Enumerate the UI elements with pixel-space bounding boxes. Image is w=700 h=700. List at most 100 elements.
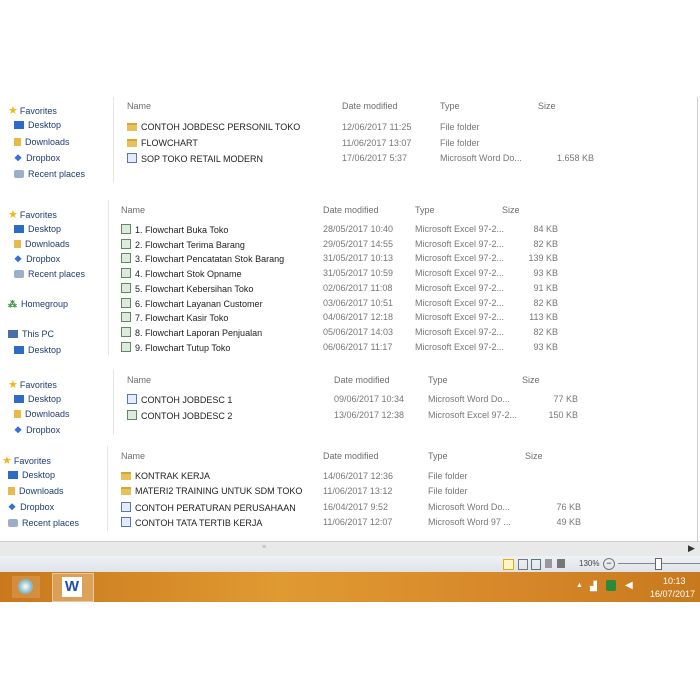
file-row[interactable]: 9. Flowchart Tutup Toko (121, 341, 231, 353)
nav-item[interactable]: ★ Favorites (8, 104, 57, 117)
file-row[interactable]: FLOWCHART (127, 138, 198, 148)
dropbox-icon: ❖ (14, 425, 23, 435)
zoom-slider-thumb[interactable] (655, 558, 662, 570)
column-header-name[interactable]: Name (127, 101, 151, 111)
file-name: CONTOH JOBDESC 2 (141, 410, 233, 421)
file-date: 02/06/2017 11:08 (323, 282, 393, 293)
draft-view-icon[interactable] (557, 559, 565, 568)
nav-label: Favorites (19, 106, 57, 116)
file-name: 9. Flowchart Tutup Toko (135, 342, 231, 353)
file-row[interactable]: 7. Flowchart Kasir Toko (121, 312, 228, 323)
clock-date[interactable]: 16/07/2017 (650, 589, 695, 599)
file-row[interactable]: 3. Flowchart Pencatatan Stok Barang (121, 253, 284, 264)
paint-icon[interactable] (12, 576, 40, 598)
file-row[interactable]: CONTOH JOBDESC PERSONIL TOKO (127, 122, 300, 132)
file-name: CONTOH JOBDESC PERSONIL TOKO (141, 122, 301, 132)
zoom-out-icon[interactable]: − (603, 558, 615, 570)
word-icon[interactable]: W (52, 573, 94, 602)
excel-icon (121, 238, 135, 250)
scroll-right-arrow[interactable]: ▶ (688, 543, 695, 554)
print-layout-view-icon[interactable] (503, 559, 514, 570)
file-name: KONTRAK KERJA (135, 471, 211, 481)
file-row[interactable]: 6. Flowchart Layanan Customer (121, 297, 263, 309)
file-row[interactable]: CONTOH TATA TERTIB KERJA (121, 516, 262, 528)
file-size: 82 KB (533, 238, 558, 249)
column-header-date[interactable]: Date modified (323, 451, 379, 461)
desktop-icon (14, 120, 28, 130)
column-header-name[interactable]: Name (121, 205, 145, 215)
file-row[interactable]: SOP TOKO RETAIL MODERN (127, 153, 263, 164)
nav-item[interactable]: ★ Favorites (8, 378, 57, 391)
file-row[interactable]: KONTRAK KERJA (121, 471, 210, 481)
nav-item[interactable]: Downloads (14, 239, 70, 249)
file-row[interactable]: CONTOH JOBDESC 2 (127, 409, 233, 421)
column-header-size[interactable]: Size (522, 375, 540, 385)
web-layout-icon[interactable] (531, 559, 541, 570)
nav-item[interactable]: Desktop (14, 345, 61, 355)
column-header-type[interactable]: Type (440, 101, 460, 111)
security-icon[interactable] (606, 580, 616, 591)
nav-item[interactable]: Recent places (14, 169, 85, 179)
file-name: 4. Flowchart Stok Opname (135, 269, 242, 280)
outline-view-icon[interactable] (545, 559, 552, 568)
nav-label: Downloads (19, 486, 64, 496)
nav-item[interactable]: This PC (8, 329, 54, 339)
nav-item[interactable]: Desktop (8, 470, 55, 480)
file-type: Microsoft Word Do... (440, 153, 522, 163)
nav-item[interactable]: Desktop (14, 120, 61, 130)
file-name: MATERI2 TRAINING UNTUK SDM TOKO (135, 486, 303, 497)
full-screen-reading-icon[interactable] (518, 559, 528, 570)
column-header-name[interactable]: Name (121, 451, 145, 461)
nav-item[interactable]: ★ Favorites (8, 208, 57, 221)
column-header-date[interactable]: Date modified (334, 375, 390, 385)
network-signal-icon[interactable]: ▟ (590, 581, 597, 592)
file-row[interactable]: 1. Flowchart Buka Toko (121, 224, 228, 235)
column-header-size[interactable]: Size (525, 451, 543, 461)
nav-item[interactable]: Downloads (14, 137, 70, 147)
nav-item[interactable]: ★ Favorites (2, 454, 51, 467)
nav-item[interactable]: Recent places (14, 269, 85, 279)
file-date: 05/06/2017 14:03 (323, 326, 394, 337)
column-header-date[interactable]: Date modified (342, 101, 398, 111)
dropbox-icon: ❖ (8, 502, 17, 512)
nav-item[interactable]: Desktop (14, 394, 61, 404)
vertical-scrollbar[interactable] (697, 97, 698, 541)
column-header-type[interactable]: Type (415, 205, 435, 215)
column-header-type[interactable]: Type (428, 451, 448, 461)
file-date: 06/06/2017 11:17 (323, 341, 393, 352)
show-hidden-icons-icon[interactable]: ▲ (576, 582, 583, 589)
nav-item[interactable]: ❖ Dropbox (14, 153, 60, 164)
nav-item[interactable]: ❖ Dropbox (8, 502, 54, 513)
excel-icon (121, 297, 135, 309)
file-row[interactable]: 5. Flowchart Kebersihan Toko (121, 282, 253, 294)
file-row[interactable]: MATERI2 TRAINING UNTUK SDM TOKO (121, 486, 302, 496)
file-row[interactable]: CONTOH JOBDESC 1 (127, 394, 232, 405)
nav-item[interactable]: Desktop (14, 224, 61, 234)
column-header-type[interactable]: Type (428, 375, 448, 385)
nav-label: Desktop (28, 120, 62, 130)
file-type: Microsoft Excel 97-2... (415, 297, 505, 308)
file-row[interactable]: 2. Flowchart Terima Barang (121, 238, 245, 250)
nav-item[interactable]: Recent places (8, 518, 79, 528)
volume-icon[interactable]: ◀ (625, 580, 633, 591)
nav-item[interactable]: Downloads (14, 409, 70, 419)
horizontal-scrollbar[interactable]: ≡ ▶ (0, 541, 700, 556)
nav-item[interactable]: ⁂ Homegroup (8, 299, 68, 310)
column-header-size[interactable]: Size (502, 205, 520, 215)
clock-time[interactable]: 10:13 (663, 576, 686, 586)
file-row[interactable]: CONTOH PERATURAN PERUSAHAAN (121, 501, 296, 513)
nav-item[interactable]: ❖ Dropbox (14, 254, 60, 265)
dropbox-icon: ❖ (14, 153, 23, 163)
column-header-name[interactable]: Name (127, 375, 151, 385)
pane-divider (113, 370, 114, 435)
column-header-date[interactable]: Date modified (323, 205, 379, 215)
file-row[interactable]: 8. Flowchart Laporan Penjualan (121, 326, 262, 338)
nav-item[interactable]: Downloads (8, 486, 64, 496)
excel-icon (121, 312, 135, 323)
scroll-grip[interactable]: ≡ (262, 544, 266, 551)
column-header-size[interactable]: Size (538, 101, 556, 111)
nav-item[interactable]: ❖ Dropbox (14, 425, 60, 436)
file-date: 03/06/2017 10:51 (323, 297, 394, 308)
file-row[interactable]: 4. Flowchart Stok Opname (121, 268, 242, 279)
zoom-level[interactable]: 130% (579, 559, 599, 568)
